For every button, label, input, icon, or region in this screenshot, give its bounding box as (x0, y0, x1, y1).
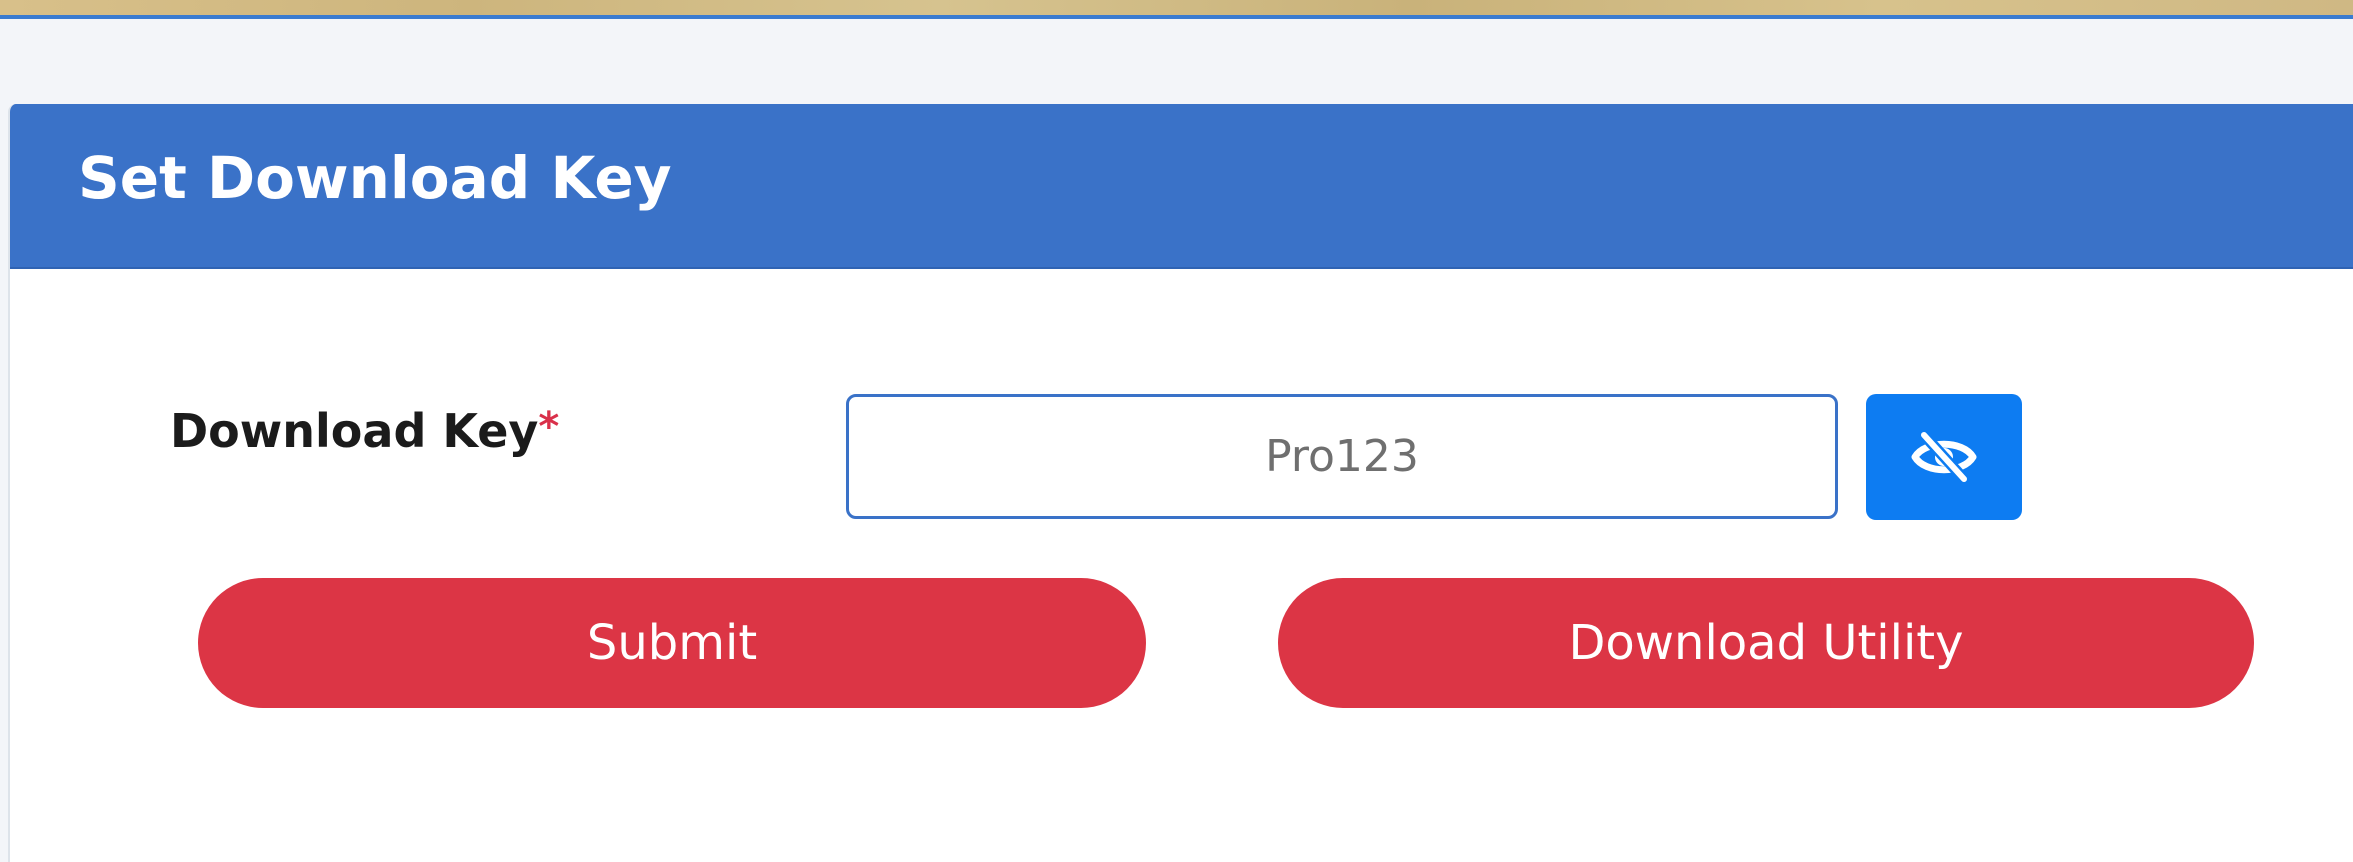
toggle-key-visibility-button[interactable] (1866, 394, 2022, 520)
panel-title: Set Download Key (78, 144, 672, 212)
submit-button[interactable]: Submit (198, 578, 1146, 708)
download-key-panel: Set Download Key Download Key* Submit Do… (8, 104, 2353, 862)
top-accent-line (0, 15, 2353, 19)
panel-header: Set Download Key (10, 104, 2353, 269)
download-key-input[interactable] (846, 394, 1838, 519)
download-key-label-text: Download Key (170, 404, 539, 458)
download-key-label: Download Key* (170, 404, 559, 458)
eye-slash-icon (1911, 431, 1977, 483)
download-utility-button[interactable]: Download Utility (1278, 578, 2254, 708)
required-marker: * (538, 404, 560, 450)
top-decorative-band (0, 0, 2353, 15)
